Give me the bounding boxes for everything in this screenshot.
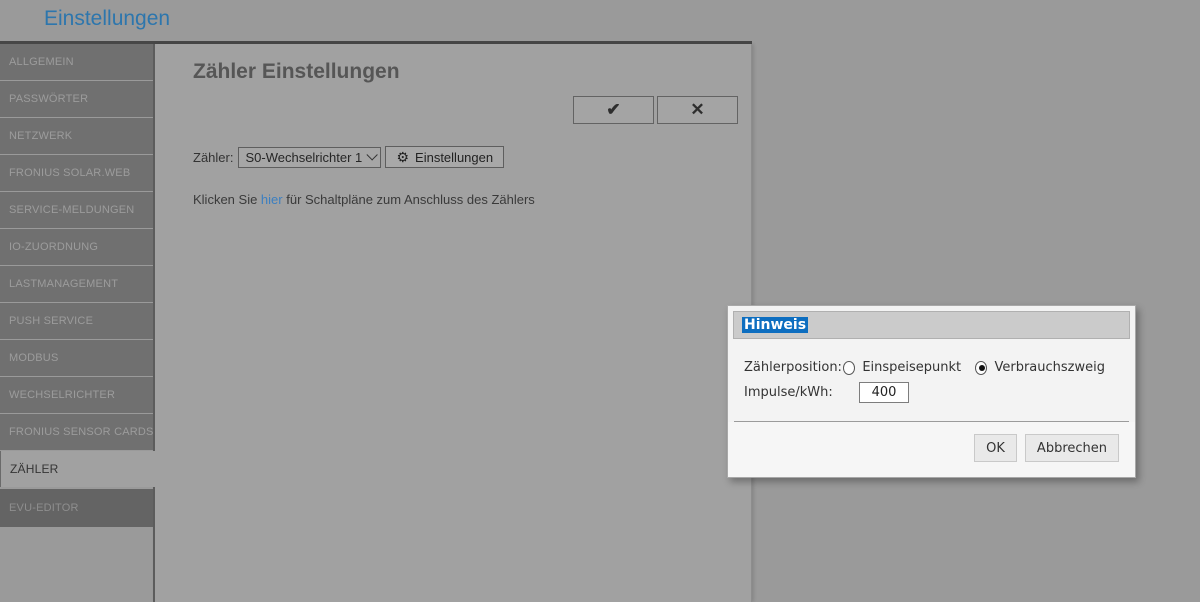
hint-text-after: für Schaltpläne zum Anschluss des Zähler… (282, 192, 535, 207)
radio-einspeisepunkt-label: Einspeisepunkt (862, 360, 962, 375)
section-title: Zähler Einstellungen (193, 60, 400, 83)
hint-text-before: Klicken Sie (193, 192, 261, 207)
meter-select-value: S0-Wechselrichter 1 (245, 149, 363, 165)
content-panel: Zähler Einstellungen ✔ ✕ Zähler: S0-Wech… (153, 44, 752, 602)
sidebar-item-allgemein[interactable]: ALLGEMEIN (0, 44, 153, 80)
hinweis-dialog: Hinweis Zählerposition: Einspeisepunkt V… (727, 305, 1136, 478)
sidebar: ALLGEMEIN PASSWÖRTER NETZWERK FRONIUS SO… (0, 44, 156, 528)
dialog-title: Hinweis (742, 317, 809, 333)
sidebar-item-service-meldungen[interactable]: SERVICE-MELDUNGEN (0, 192, 153, 228)
sidebar-item-wechselrichter[interactable]: WECHSELRICHTER (0, 377, 153, 413)
dialog-header[interactable]: Hinweis (733, 311, 1130, 339)
wiring-diagrams-link[interactable]: hier (261, 192, 283, 207)
impulse-label: Impulse/kWh: (744, 385, 833, 400)
impulse-row: Impulse/kWh: (744, 382, 1119, 403)
sidebar-item-evu-editor[interactable]: EVU-EDITOR (0, 489, 153, 527)
sidebar-item-push-service[interactable]: PUSH SERVICE (0, 303, 153, 339)
sidebar-item-fronius-solar-web[interactable]: FRONIUS SOLAR.WEB (0, 155, 153, 191)
sidebar-item-fronius-sensor-cards[interactable]: FRONIUS SENSOR CARDS (0, 414, 153, 450)
ok-button[interactable]: OK (974, 434, 1017, 462)
sidebar-item-zaehler[interactable]: ZÄHLER (0, 451, 156, 487)
wiring-hint-text: Klicken Sie hier für Schaltpläne zum Ans… (193, 192, 535, 207)
meter-settings-button[interactable]: ⚙ Einstellungen (385, 146, 505, 168)
action-buttons: ✔ ✕ (573, 96, 738, 124)
radio-einspeisepunkt[interactable] (843, 360, 856, 375)
dialog-footer: OK Abbrechen (728, 422, 1135, 477)
radio-verbrauchszweig-label: Verbrauchszweig (994, 360, 1105, 375)
meter-label: Zähler: (193, 149, 234, 165)
page-title: Einstellungen (44, 7, 171, 30)
sidebar-item-lastmanagement[interactable]: LASTMANAGEMENT (0, 266, 153, 302)
meter-position-label: Zählerposition: (744, 360, 842, 375)
abbrechen-button[interactable]: Abbrechen (1024, 434, 1119, 462)
gear-icon: ⚙ (396, 148, 410, 165)
dialog-body: Zählerposition: Einspeisepunkt Verbrauch… (728, 344, 1135, 419)
meter-position-row: Zählerposition: Einspeisepunkt Verbrauch… (744, 360, 1119, 375)
meter-settings-label: Einstellungen (415, 149, 494, 165)
confirm-button[interactable]: ✔ (573, 96, 654, 124)
sidebar-item-modbus[interactable]: MODBUS (0, 340, 153, 376)
meter-select[interactable]: S0-Wechselrichter 1 (238, 146, 382, 168)
sidebar-item-passwoerter[interactable]: PASSWÖRTER (0, 81, 153, 117)
chevron-down-icon (366, 149, 379, 161)
impulse-input[interactable] (859, 382, 909, 403)
close-icon: ✕ (690, 100, 705, 119)
cancel-button[interactable]: ✕ (657, 96, 738, 124)
checkmark-icon: ✔ (606, 100, 621, 119)
sidebar-item-netzwerk[interactable]: NETZWERK (0, 118, 153, 154)
radio-verbrauchszweig[interactable] (975, 360, 988, 375)
sidebar-item-io-zuordnung[interactable]: IO-ZUORDNUNG (0, 229, 153, 265)
meter-select-row: Zähler: S0-Wechselrichter 1 ⚙ Einstellun… (193, 146, 505, 168)
